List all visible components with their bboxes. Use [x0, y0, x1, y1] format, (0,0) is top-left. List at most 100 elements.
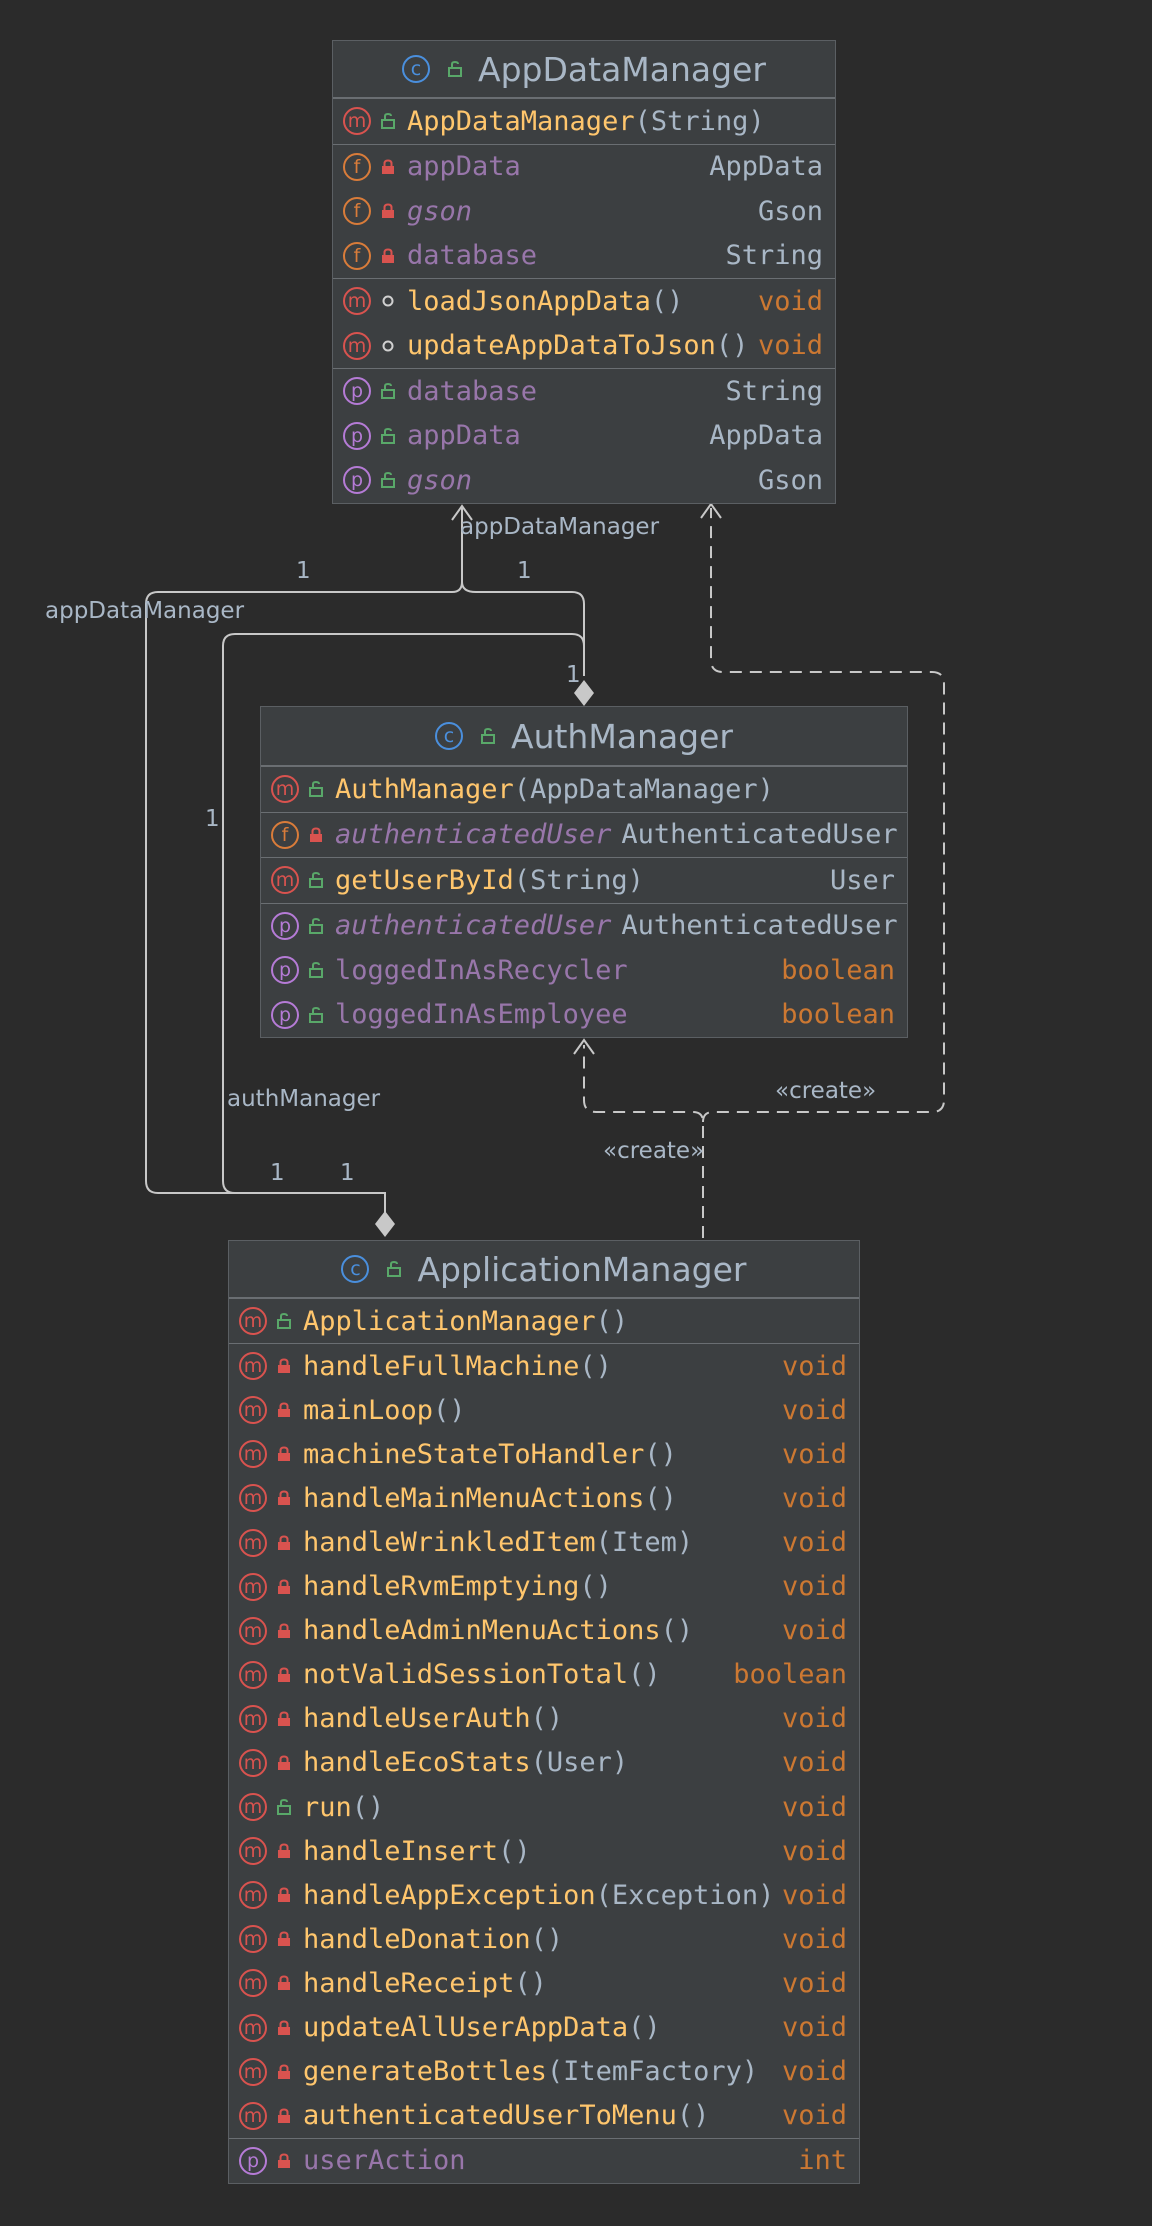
member-name: mainLoop — [303, 1394, 434, 1426]
public-lock-icon — [381, 383, 395, 400]
class-application-manager[interactable]: c ApplicationManager m ApplicationManager… — [228, 1240, 860, 2184]
private-lock-icon — [277, 1490, 291, 1506]
member-args: () — [498, 1835, 531, 1867]
member-name: gson — [407, 464, 473, 496]
member-name: loggedInAsRecycler — [335, 954, 628, 986]
member-type: int — [798, 2145, 847, 2177]
composition-diamond-app — [375, 1211, 395, 1237]
property-icon: p — [271, 956, 299, 985]
property-row[interactable]: p database String — [333, 369, 835, 414]
member-name: updateAppDataToJson — [407, 330, 716, 362]
method-icon: m — [239, 1660, 267, 1689]
class-name: AuthManager — [511, 716, 733, 756]
method-row[interactable]: m handleEcoStats (User) void — [229, 1741, 859, 1785]
method-row[interactable]: m notValidSessionTotal() boolean — [229, 1653, 859, 1697]
multiplicity-label: 1 — [205, 806, 220, 832]
public-lock-icon — [309, 917, 323, 934]
constructors-section: m ApplicationManager() — [229, 1298, 859, 1343]
public-lock-icon — [277, 1313, 291, 1330]
field-row[interactable]: f authenticatedUser AuthenticatedUser — [261, 813, 907, 858]
private-lock-icon — [381, 248, 395, 264]
member-name: AppDataManager — [407, 105, 635, 137]
member-type: void — [781, 1835, 847, 1867]
field-row[interactable]: f appData AppData — [333, 145, 835, 190]
method-row[interactable]: m handleFullMachine() void — [229, 1344, 859, 1388]
method-row[interactable]: m handleWrinkledItem (Item) void — [229, 1520, 859, 1564]
property-icon: p — [343, 466, 371, 495]
method-row[interactable]: m handleAdminMenuActions() void — [229, 1609, 859, 1653]
private-lock-icon — [277, 2064, 291, 2080]
member-type: void — [781, 2012, 847, 2044]
member-type: void — [781, 1747, 847, 1779]
method-row[interactable]: m handleReceipt() void — [229, 1961, 859, 2005]
property-row[interactable]: p appData AppData — [333, 414, 835, 459]
property-row[interactable]: p userAction int — [229, 2139, 859, 2183]
field-row[interactable]: f gson Gson — [333, 189, 835, 234]
member-type: void — [781, 1967, 847, 1999]
member-name: handleAppException — [303, 1879, 596, 1911]
constructor-row[interactable]: m AppDataManager (String) — [333, 99, 835, 144]
method-row[interactable]: m handleRvmEmptying() void — [229, 1565, 859, 1609]
private-lock-icon — [381, 159, 395, 175]
property-row[interactable]: p loggedInAsRecycler boolean — [261, 948, 907, 993]
method-row[interactable]: m handleMainMenuActions() void — [229, 1476, 859, 1520]
private-lock-icon — [277, 2020, 291, 2036]
method-icon: m — [271, 866, 299, 895]
method-row[interactable]: m authenticatedUserToMenu() void — [229, 2094, 859, 2138]
member-name: authenticatedUser — [335, 910, 612, 942]
class-name: AppDataManager — [478, 49, 766, 89]
member-name: database — [407, 375, 538, 407]
member-type: User — [829, 864, 895, 896]
member-type: Gson — [757, 195, 823, 227]
multiplicity-label: 1 — [566, 662, 581, 688]
member-args: (ItemFactory) — [546, 2056, 759, 2088]
property-row[interactable]: p loggedInAsEmployee boolean — [261, 993, 907, 1038]
edge-label-appdatamanager-top: appDataManager — [460, 514, 660, 540]
method-row[interactable]: m mainLoop() void — [229, 1388, 859, 1432]
private-lock-icon — [381, 203, 395, 219]
private-lock-icon — [277, 2153, 291, 2169]
constructors-section: m AppDataManager (String) — [333, 98, 835, 144]
class-header: c AuthManager — [261, 707, 907, 766]
class-app-data-manager[interactable]: c AppDataManager m AppDataManager (String)… — [332, 40, 836, 504]
public-lock-icon — [309, 1006, 323, 1023]
method-row[interactable]: m handleUserAuth() void — [229, 1697, 859, 1741]
method-row[interactable]: m getUserById (String) User — [261, 858, 907, 903]
method-row[interactable]: m updateAllUserAppData() void — [229, 2006, 859, 2050]
method-row[interactable]: m machineStateToHandler() void — [229, 1432, 859, 1476]
member-args: () — [433, 1394, 466, 1426]
member-args: () — [660, 1615, 694, 1647]
method-row[interactable]: m loadJsonAppData() void — [333, 279, 835, 324]
public-lock-icon — [309, 962, 323, 979]
member-name: authenticatedUserToMenu — [303, 2100, 677, 2132]
member-args: () — [530, 1923, 564, 1955]
method-icon: m — [239, 2013, 267, 2042]
method-row[interactable]: m handleInsert() void — [229, 1829, 859, 1873]
method-row[interactable]: m run() void — [229, 1785, 859, 1829]
method-row[interactable]: m updateAppDataToJson() void — [333, 324, 835, 369]
member-name: userAction — [303, 2145, 466, 2177]
member-name: ApplicationManager — [303, 1305, 596, 1337]
package-icon — [381, 338, 395, 354]
class-auth-manager[interactable]: c AuthManager m AuthManager (AppDataManage… — [260, 706, 908, 1038]
class-icon: c — [402, 55, 431, 83]
method-row[interactable]: m generateBottles (ItemFactory) void — [229, 2050, 859, 2094]
method-row[interactable]: m handleAppException (Exception) void — [229, 1873, 859, 1917]
member-args: (User) — [530, 1747, 629, 1779]
method-icon: m — [239, 1528, 267, 1557]
public-lock-icon — [309, 781, 323, 798]
method-row[interactable]: m handleDonation() void — [229, 1917, 859, 1961]
property-row[interactable]: p authenticatedUser AuthenticatedUser — [261, 904, 907, 949]
edge-label-appdatamanager-left: appDataManager — [45, 598, 245, 624]
constructor-row[interactable]: m ApplicationManager() — [229, 1299, 859, 1343]
multiplicity-label: 1 — [270, 1160, 285, 1186]
member-args: () — [530, 1703, 564, 1735]
field-row[interactable]: f database String — [333, 234, 835, 279]
private-lock-icon — [277, 1358, 291, 1374]
property-row[interactable]: p gson Gson — [333, 458, 835, 503]
member-name: gson — [407, 195, 473, 227]
public-lock-icon — [309, 872, 323, 889]
constructor-row[interactable]: m AuthManager (AppDataManager) — [261, 767, 907, 812]
member-name: handleDonation — [303, 1923, 531, 1955]
method-icon: m — [239, 1748, 267, 1777]
